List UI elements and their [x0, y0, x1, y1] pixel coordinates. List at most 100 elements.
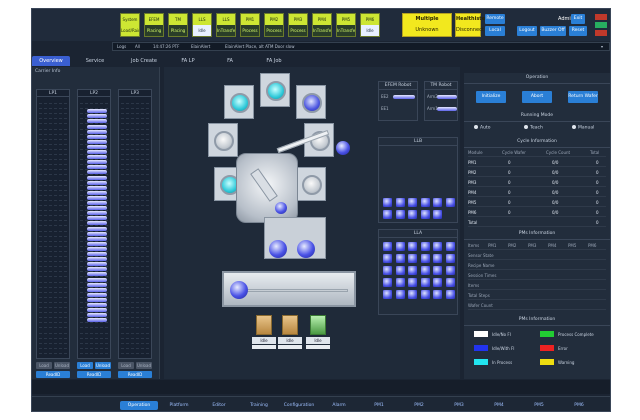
- cycle-cell: 0: [596, 180, 599, 185]
- track-rail: [244, 289, 348, 292]
- slot-empty: [421, 150, 430, 159]
- wafer: [87, 313, 107, 318]
- slot-wafer: [433, 266, 442, 275]
- nav-operation[interactable]: Operation: [120, 401, 158, 410]
- legend-swatch: [474, 331, 488, 337]
- module-state: Process: [289, 25, 307, 36]
- nav-pm2[interactable]: PM2: [400, 401, 438, 410]
- wafer: [87, 252, 107, 256]
- mode-teach-radio[interactable]: Teach: [524, 125, 543, 131]
- local-button[interactable]: Local: [485, 26, 505, 36]
- tm-robot[interactable]: [236, 153, 298, 223]
- mode-auto-radio[interactable]: Auto: [474, 125, 490, 131]
- lp2-carrier[interactable]: [282, 315, 298, 335]
- wafer: [87, 308, 107, 313]
- log-filter[interactable]: All: [135, 43, 140, 51]
- initialize-button[interactable]: Initialize: [476, 91, 506, 103]
- module-pm3[interactable]: PM3 Process: [288, 13, 308, 37]
- module-name: PM1: [241, 14, 259, 25]
- cycle-cell: 0: [508, 200, 511, 205]
- nav-pm3[interactable]: PM3: [440, 401, 478, 410]
- slot-wafer: [408, 210, 417, 219]
- chevron-down-icon[interactable]: ▾: [601, 43, 603, 51]
- module-pm6[interactable]: PM6 Idle: [360, 13, 380, 37]
- lp3-carrier[interactable]: [310, 315, 326, 335]
- mode-manual-radio[interactable]: Manual: [572, 125, 594, 131]
- slot-wafer: [433, 290, 442, 299]
- status-strip: [32, 380, 610, 394]
- radio-icon: [474, 125, 478, 129]
- slot-empty: [433, 186, 442, 195]
- exit-button[interactable]: Exit: [571, 14, 585, 24]
- log-bar[interactable]: Logs All 14:47:26 PTF ElainAlert ElainAl…: [112, 42, 610, 51]
- read-id-button[interactable]: ReadID: [118, 371, 152, 378]
- tab-fa-job[interactable]: FA Job: [258, 56, 290, 66]
- nav-pm4[interactable]: PM4: [480, 401, 518, 410]
- module-pm1[interactable]: PM1 Process: [240, 13, 260, 37]
- load-button[interactable]: Load: [118, 362, 134, 369]
- wafer: [87, 297, 107, 302]
- unload-button[interactable]: Unload: [54, 362, 70, 369]
- slot-wafer: [395, 290, 405, 299]
- module-pm2[interactable]: PM2 Process: [264, 13, 284, 37]
- remote-button[interactable]: Remote: [485, 14, 505, 24]
- lp3-state: Idle: [306, 337, 330, 344]
- slot-wafer: [433, 254, 442, 263]
- module-name: System: [121, 14, 139, 25]
- buzzer-off-button[interactable]: Buzzer Off: [540, 26, 566, 36]
- legend-label: Idle/With FI: [492, 346, 515, 351]
- slot-wafer: [433, 278, 442, 287]
- module-efem[interactable]: EFEM Placing: [144, 13, 164, 37]
- module-system[interactable]: SystemLoad/Rainbow: [120, 13, 140, 37]
- chamber-left[interactable]: [208, 123, 238, 157]
- tab-overview[interactable]: Overview: [32, 56, 70, 66]
- load-button[interactable]: Load: [36, 362, 52, 369]
- tab-fa[interactable]: FA: [216, 56, 244, 66]
- nav-pm1[interactable]: PM1: [360, 401, 398, 410]
- nav-platform[interactable]: Platform: [160, 401, 198, 410]
- wafer: [87, 267, 107, 272]
- tab-fa-lp[interactable]: FA LP: [172, 56, 204, 66]
- pm-row: Total Steps: [468, 292, 606, 300]
- logout-button[interactable]: Logout: [517, 26, 537, 36]
- unload-button[interactable]: Unload: [95, 362, 111, 369]
- read-id-button[interactable]: ReadID: [77, 371, 111, 378]
- chamber-pm1[interactable]: [224, 85, 254, 119]
- carrier-info-panel: Carrier Info LP1 Load Unload ReadID LP2 Load U…: [32, 67, 160, 379]
- nav-training[interactable]: Training: [240, 401, 278, 410]
- slot-wafer: [420, 266, 430, 275]
- slot: [80, 349, 108, 354]
- chamber-pm3[interactable]: [296, 85, 326, 119]
- nav-configuration[interactable]: Configuration: [280, 401, 318, 410]
- nav-editor[interactable]: Editor: [200, 401, 238, 410]
- chamber-pm2[interactable]: [260, 73, 290, 107]
- chamber-pm5[interactable]: [296, 167, 326, 201]
- unload-button[interactable]: Unload: [136, 362, 152, 369]
- nav-alarm[interactable]: Alarm: [320, 401, 358, 410]
- nav-pm6[interactable]: PM6: [560, 401, 598, 410]
- wafer: [87, 216, 107, 221]
- read-id-button[interactable]: ReadID: [36, 371, 70, 378]
- module-pm5[interactable]: PM5 InTransfer: [336, 13, 356, 37]
- legend-label: Process Complete: [558, 332, 594, 337]
- lla-wafer: [269, 240, 287, 258]
- cycle-info-title: Cycle Information: [464, 139, 610, 148]
- nav-pm5[interactable]: PM5: [520, 401, 558, 410]
- return-wafer-button[interactable]: Return Wafer: [568, 91, 598, 103]
- reset-button[interactable]: Reset: [569, 26, 587, 36]
- tab-job-create[interactable]: Job Create: [122, 56, 166, 66]
- load-button[interactable]: Load: [77, 362, 93, 369]
- abort-button[interactable]: Abort: [522, 91, 552, 103]
- radio-icon: [572, 125, 576, 129]
- tab-service[interactable]: Service: [76, 56, 114, 66]
- module-tm[interactable]: TM Placing: [168, 13, 188, 37]
- module-pm4[interactable]: PM4 InTransfer: [312, 13, 332, 37]
- wafer: [87, 318, 107, 323]
- wafer: [87, 114, 107, 119]
- lp1-carrier[interactable]: [256, 315, 272, 335]
- module-lls[interactable]: LLS Idle: [192, 13, 212, 37]
- module-lls[interactable]: LLS InTransfer: [216, 13, 236, 37]
- slot-wafer: [445, 278, 455, 287]
- wafer: [87, 109, 107, 114]
- module-name: PM4: [313, 14, 331, 25]
